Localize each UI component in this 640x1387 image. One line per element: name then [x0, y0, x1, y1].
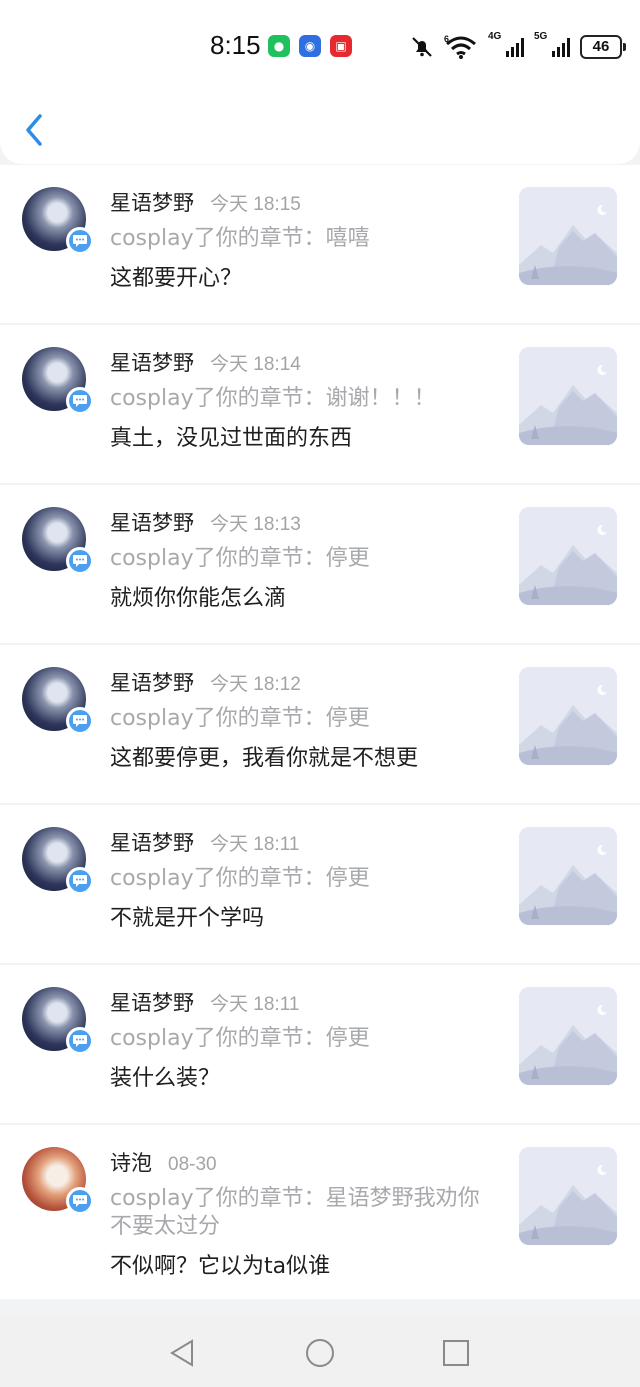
- status-right-icons: 6 4G 5G 46: [410, 31, 626, 62]
- wifi-label: 6: [444, 34, 449, 44]
- nav-back-button[interactable]: [166, 1337, 198, 1369]
- placeholder-image-icon: [519, 987, 617, 1085]
- chevron-left-icon: [26, 114, 42, 146]
- comment-badge-icon: [66, 387, 94, 415]
- chapter-thumbnail[interactable]: [519, 507, 617, 605]
- chapter-thumbnail[interactable]: [519, 667, 617, 765]
- notification-item[interactable]: 星语梦野 今天 18:14 cosplay了你的章节：谢谢！！！ 真土，没见过世…: [0, 325, 640, 483]
- avatar-wrap[interactable]: [22, 827, 94, 895]
- reply-context: cosplay了你的章节：星语梦野我劝你不要太过分: [110, 1186, 480, 1239]
- signal-4g-icon: 4G: [488, 31, 524, 57]
- placeholder-image-icon: [519, 187, 617, 285]
- timestamp: 今天 18:11: [210, 994, 300, 1015]
- avatar-wrap[interactable]: [22, 507, 94, 575]
- reply-context: cosplay了你的章节：嘻嘻: [110, 226, 370, 251]
- user-name[interactable]: 星语梦野: [110, 507, 194, 537]
- user-name[interactable]: 星语梦野: [110, 827, 194, 857]
- message-text: 真土，没见过世面的东西: [110, 426, 353, 451]
- timestamp: 08-30: [168, 1154, 217, 1175]
- signal-5g-icon: 5G: [534, 31, 570, 57]
- chapter-thumbnail[interactable]: [519, 1147, 617, 1245]
- comment-badge-icon: [66, 867, 94, 895]
- avatar-wrap[interactable]: [22, 347, 94, 415]
- app-blue-icon: ◉: [299, 35, 321, 57]
- avatar-wrap[interactable]: [22, 667, 94, 735]
- back-button[interactable]: [18, 110, 52, 150]
- user-name[interactable]: 星语梦野: [110, 987, 194, 1017]
- message-text: 装什么装？: [110, 1066, 221, 1091]
- message-text: 这都要开心？: [110, 266, 243, 291]
- reply-context: cosplay了你的章节：谢谢！！！: [110, 386, 436, 411]
- network-label-1: 4G: [488, 31, 502, 42]
- timestamp: 今天 18:15: [210, 194, 301, 215]
- user-name[interactable]: 诗泡: [110, 1147, 152, 1177]
- triangle-back-icon: [170, 1339, 193, 1367]
- notification-item[interactable]: 星语梦野 今天 18:15 cosplay了你的章节：嘻嘻 这都要开心？: [0, 165, 640, 323]
- notification-item[interactable]: 诗泡 08-30 cosplay了你的章节：星语梦野我劝你不要太过分 不似啊？它…: [0, 1125, 640, 1299]
- notification-item[interactable]: 星语梦野 今天 18:12 cosplay了你的章节：停更 这都要停更，我看你就…: [0, 645, 640, 803]
- message-text: 这都要停更，我看你就是不想更: [110, 746, 419, 771]
- message-text: 不就是开个学吗: [110, 906, 265, 931]
- placeholder-image-icon: [519, 827, 617, 925]
- comment-badge-icon: [66, 707, 94, 735]
- avatar-wrap[interactable]: [22, 1147, 94, 1215]
- nav-recents-button[interactable]: [440, 1337, 472, 1369]
- notification-item[interactable]: 星语梦野 今天 18:11 cosplay了你的章节：停更 不就是开个学吗: [0, 805, 640, 963]
- placeholder-image-icon: [519, 1147, 617, 1245]
- huawei-appgallery-icon: ▣: [330, 35, 352, 57]
- system-nav-bar: [0, 1317, 640, 1387]
- chapter-thumbnail[interactable]: [519, 187, 617, 285]
- square-recents-icon: [443, 1340, 469, 1366]
- reply-context: cosplay了你的章节：停更: [110, 866, 370, 891]
- comment-badge-icon: [66, 1187, 94, 1215]
- battery-indicator: 46: [580, 35, 626, 59]
- wifi-icon: 6: [444, 34, 476, 59]
- network-label-2: 5G: [534, 31, 548, 42]
- timestamp: 今天 18:12: [210, 674, 301, 695]
- placeholder-image-icon: [519, 347, 617, 445]
- timestamp: 今天 18:14: [210, 354, 301, 375]
- placeholder-image-icon: [519, 667, 617, 765]
- chapter-thumbnail[interactable]: [519, 347, 617, 445]
- comment-badge-icon: [66, 547, 94, 575]
- avatar-wrap[interactable]: [22, 187, 94, 255]
- timestamp: 今天 18:11: [210, 834, 300, 855]
- user-name[interactable]: 星语梦野: [110, 187, 194, 217]
- reply-context: cosplay了你的章节：停更: [110, 1026, 370, 1051]
- notification-list: 星语梦野 今天 18:15 cosplay了你的章节：嘻嘻 这都要开心？ 星语梦…: [0, 165, 640, 1301]
- comment-badge-icon: [66, 1027, 94, 1055]
- placeholder-image-icon: [519, 507, 617, 605]
- avatar-wrap[interactable]: [22, 987, 94, 1055]
- chapter-thumbnail[interactable]: [519, 827, 617, 925]
- mute-bell-icon: [412, 37, 432, 57]
- chapter-thumbnail[interactable]: [519, 987, 617, 1085]
- notification-item[interactable]: 星语梦野 今天 18:13 cosplay了你的章节：停更 就烦你你能怎么滴: [0, 485, 640, 643]
- message-text: 不似啊？它以为ta似谁: [110, 1254, 331, 1279]
- circle-home-icon: [306, 1339, 334, 1367]
- reply-context: cosplay了你的章节：停更: [110, 706, 370, 731]
- comment-badge-icon: [66, 227, 94, 255]
- wechat-icon: ●: [268, 35, 290, 57]
- user-name[interactable]: 星语梦野: [110, 347, 194, 377]
- notification-item[interactable]: 星语梦野 今天 18:11 cosplay了你的章节：停更 装什么装？: [0, 965, 640, 1123]
- timestamp: 今天 18:13: [210, 514, 301, 535]
- user-name[interactable]: 星语梦野: [110, 667, 194, 697]
- status-bar: 8:15 ● ◉ ▣ 6 4G 5G 46: [0, 0, 640, 90]
- nav-home-button[interactable]: [304, 1337, 336, 1369]
- status-time: 8:15: [210, 30, 261, 60]
- message-text: 就烦你你能怎么滴: [110, 586, 287, 611]
- reply-context: cosplay了你的章节：停更: [110, 546, 370, 571]
